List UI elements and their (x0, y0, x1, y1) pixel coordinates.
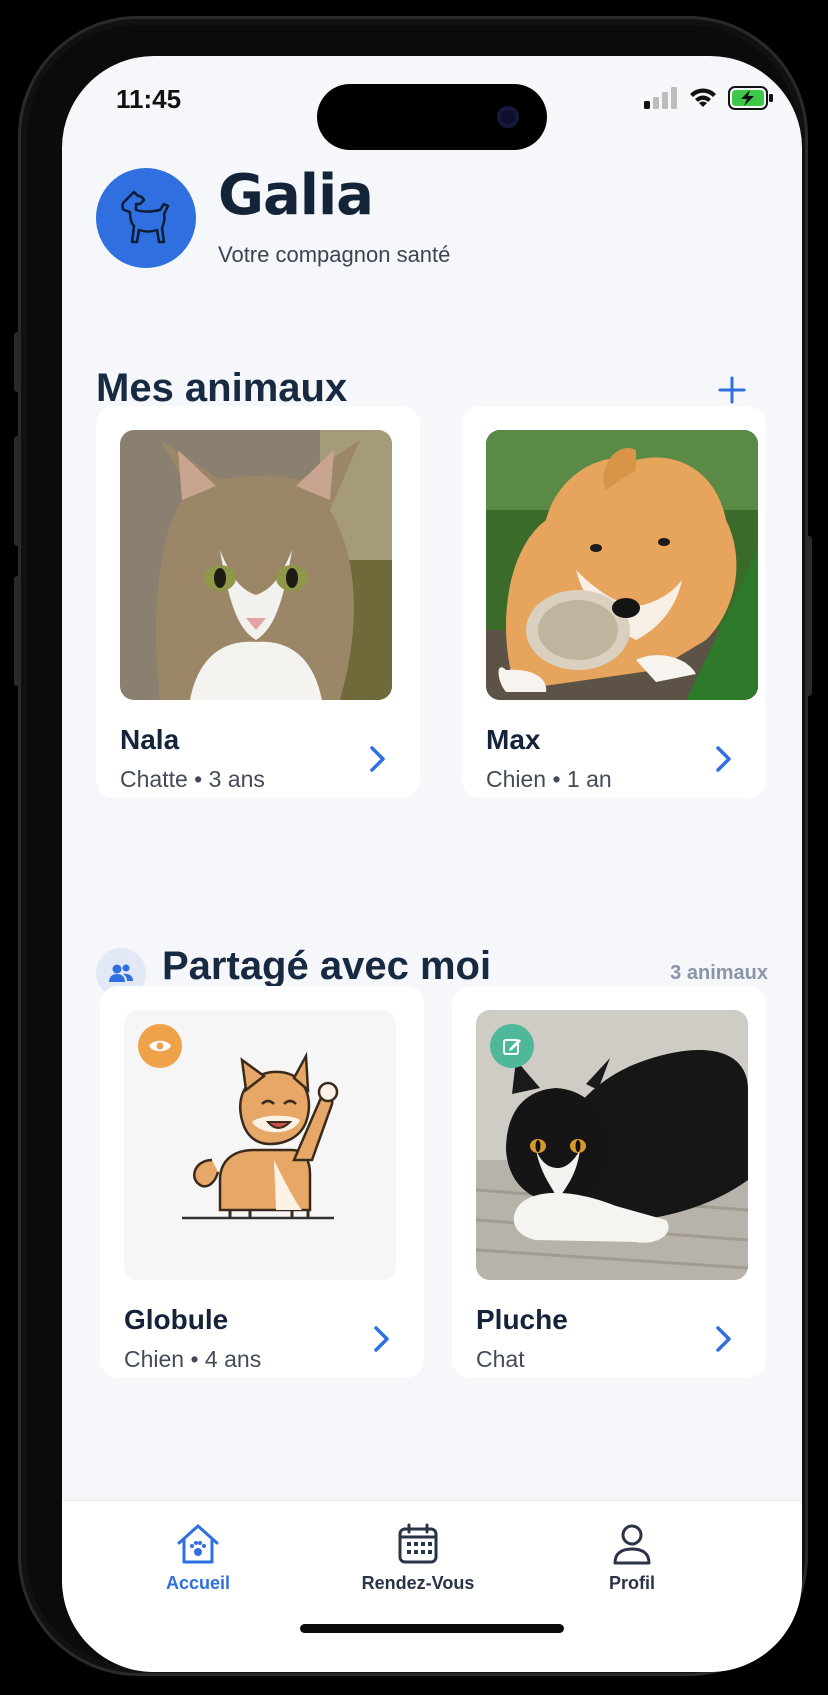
volume-up-button (14, 436, 20, 546)
status-icons (644, 86, 774, 110)
chevron-right-icon[interactable] (366, 1324, 396, 1354)
app-logo (96, 168, 196, 268)
chevron-right-icon[interactable] (708, 744, 738, 774)
tab-label: Accueil (165, 1573, 231, 1593)
tab-label: Profil (608, 1573, 655, 1593)
mute-switch (14, 332, 20, 392)
tab-label: Rendez-Vous (361, 1573, 475, 1593)
tab-profil[interactable]: Profil (582, 1523, 682, 1594)
dog-icon (121, 190, 170, 244)
calendar-icon (398, 1523, 438, 1564)
shared-pets-count: 3 animaux (670, 962, 768, 984)
app-header: Galia Votre compagnon santé (96, 168, 450, 268)
tab-rendez-vous[interactable]: Rendez-Vous (338, 1523, 498, 1594)
pet-photo-pluche (476, 1010, 748, 1280)
pet-card-nala[interactable]: Nala Chatte • 3 ans (96, 406, 420, 798)
plus-icon (718, 376, 746, 404)
home-indicator[interactable] (300, 1624, 564, 1633)
volume-down-button (14, 576, 20, 686)
person-icon (613, 1524, 651, 1565)
wifi-icon (690, 88, 716, 107)
edit-access-badge (490, 1024, 534, 1068)
bottom-tab-bar: Accueil Rendez-Vous Profil (62, 1500, 802, 1672)
signal-icon (644, 87, 677, 109)
my-pets-title: Mes animaux (96, 366, 348, 410)
app-subtitle: Votre compagnon santé (218, 242, 451, 267)
pet-card-max[interactable]: Max Chien • 1 an (462, 406, 766, 798)
eye-icon (149, 1040, 171, 1052)
pet-name: Nala (120, 724, 180, 755)
home-paw-icon (177, 1524, 219, 1564)
pet-meta: Chat (476, 1346, 525, 1372)
chevron-right-icon[interactable] (708, 1324, 738, 1354)
pet-photo-globule (124, 1010, 396, 1280)
battery-charging-icon (728, 86, 773, 110)
app-title: Galia (218, 163, 374, 228)
pet-photo-nala (120, 430, 392, 700)
pet-card-pluche[interactable]: Pluche Chat (452, 986, 766, 1378)
pet-photo-max (486, 430, 758, 700)
pet-card-globule[interactable]: Globule Chien • 4 ans (100, 986, 424, 1378)
view-only-badge (138, 1024, 182, 1068)
phone-frame: 11:45 Galia Votre compagnon santé Mes an… (14, 16, 812, 1676)
chevron-right-icon[interactable] (362, 744, 392, 774)
pet-name: Globule (124, 1304, 229, 1335)
camera-icon (497, 106, 519, 128)
shared-pets-title: Partagé avec moi (162, 944, 492, 988)
power-button (806, 536, 812, 696)
status-time: 11:45 (116, 84, 182, 114)
pet-name: Max (486, 724, 541, 755)
pet-meta: Chatte • 3 ans (120, 766, 265, 792)
pet-meta: Chien • 1 an (486, 766, 612, 792)
tab-accueil[interactable]: Accueil (138, 1523, 258, 1594)
app-screen: 11:45 Galia Votre compagnon santé Mes an… (62, 56, 802, 1672)
edit-icon (503, 1039, 521, 1055)
pet-name: Pluche (476, 1304, 568, 1335)
dynamic-island (317, 84, 547, 150)
pet-meta: Chien • 4 ans (124, 1346, 262, 1372)
